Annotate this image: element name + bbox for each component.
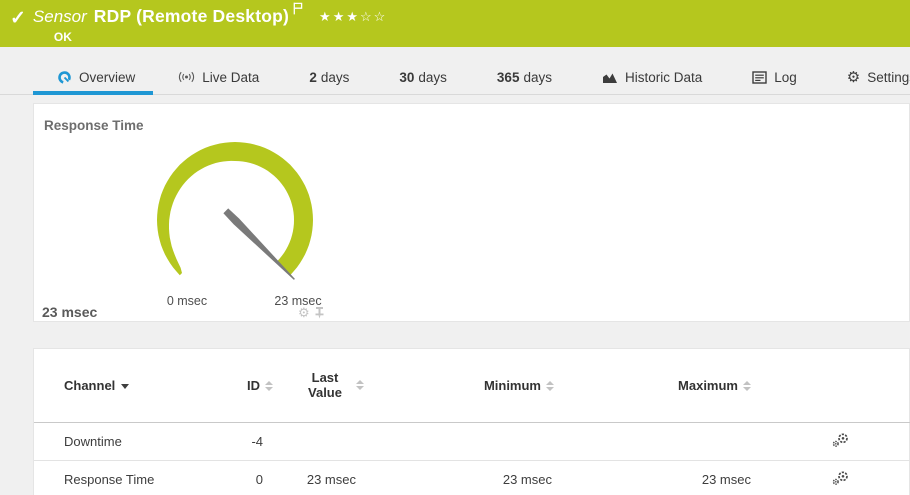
sort-desc-caret-icon xyxy=(121,384,129,389)
gauge-ring xyxy=(157,142,313,275)
column-header-maximum[interactable]: Maximum xyxy=(559,349,759,422)
tab-historic-data[interactable]: Historic Data xyxy=(577,60,727,94)
tab-number: 365 xyxy=(497,70,520,85)
table-row-response-time: Response Time 0 23 msec 23 msec 23 msec xyxy=(34,460,910,495)
sensor-header: ✓ Sensor RDP (Remote Desktop) ★★★☆☆ OK xyxy=(0,0,910,47)
settings-gear-icon: ⚙ xyxy=(847,70,860,85)
tab-30-days[interactable]: 30 days xyxy=(374,60,472,94)
tab-overview[interactable]: Overview xyxy=(33,60,153,94)
channel-maximum: 23 msec xyxy=(559,460,759,495)
stars-empty[interactable]: ☆☆ xyxy=(360,9,387,24)
gauge-needle xyxy=(223,208,295,280)
historic-chart-icon xyxy=(602,70,618,84)
gauge-min-label: 0 msec xyxy=(152,294,222,308)
tab-number: 30 xyxy=(399,70,414,85)
sensor-title: RDP (Remote Desktop) xyxy=(94,6,289,27)
tab-2-days[interactable]: 2 days xyxy=(284,60,374,94)
channels-table: Channel ID Last Value Minimum Maximum xyxy=(34,349,910,495)
response-time-gauge xyxy=(34,104,374,299)
column-header-channel[interactable]: Channel xyxy=(34,349,224,422)
channel-maximum xyxy=(559,422,759,460)
sort-arrows-icon xyxy=(546,381,554,391)
channel-minimum xyxy=(367,422,559,460)
tab-bar: Overview Live Data 2days 30days 365days … xyxy=(0,60,910,95)
sensor-status-badge: OK xyxy=(54,30,387,44)
tab-number: 2 xyxy=(309,70,317,85)
priority-stars[interactable]: ★★★☆☆ xyxy=(319,9,387,25)
flag-icon xyxy=(293,2,303,15)
gauge-settings-gear-icon[interactable]: ⚙ xyxy=(298,306,310,319)
column-header-minimum[interactable]: Minimum xyxy=(367,349,559,422)
sort-arrows-icon xyxy=(743,381,751,391)
log-list-icon xyxy=(752,71,767,84)
tab-label: Overview xyxy=(79,70,135,85)
stars-filled[interactable]: ★★★ xyxy=(319,9,360,24)
channel-name: Response Time xyxy=(34,460,224,495)
channels-panel: Channel ID Last Value Minimum Maximum xyxy=(33,348,910,495)
pin-icon[interactable] xyxy=(314,306,325,319)
gauge-current-value: 23 msec xyxy=(42,304,97,320)
sort-arrows-icon xyxy=(356,380,364,390)
tab-label: Historic Data xyxy=(625,70,702,85)
tab-label: days xyxy=(321,70,350,85)
tab-settings[interactable]: ⚙ Settings xyxy=(822,60,910,94)
response-time-panel: Response Time 0 msec 23 msec 23 msec ⚙ xyxy=(33,103,910,322)
tab-label: Live Data xyxy=(202,70,259,85)
tab-log[interactable]: Log xyxy=(727,60,822,94)
gauge-icon xyxy=(57,70,72,85)
sort-arrows-icon xyxy=(265,381,273,391)
channel-settings-gears-icon[interactable] xyxy=(832,470,849,486)
tab-label: Log xyxy=(774,70,797,85)
channels-table-header-row: Channel ID Last Value Minimum Maximum xyxy=(34,349,910,422)
column-header-last-value[interactable]: Last Value xyxy=(279,349,367,422)
channel-minimum: 23 msec xyxy=(367,460,559,495)
tab-label: Settings xyxy=(867,70,910,85)
channel-settings-gears-icon[interactable] xyxy=(832,432,849,448)
table-row-downtime: Downtime -4 xyxy=(34,422,910,460)
tab-365-days[interactable]: 365days xyxy=(472,60,577,94)
channel-id: 0 xyxy=(224,460,279,495)
tab-label: days xyxy=(523,70,552,85)
gauge-panel-controls: ⚙ xyxy=(298,306,325,319)
channel-name: Downtime xyxy=(34,422,224,460)
live-signal-icon xyxy=(178,70,195,84)
tab-live-data[interactable]: Live Data xyxy=(153,60,284,94)
channel-id: -4 xyxy=(224,422,279,460)
prtg-sensor-page: ✓ Sensor RDP (Remote Desktop) ★★★☆☆ OK O… xyxy=(0,0,910,495)
object-type-label: Sensor xyxy=(33,7,87,27)
status-ok-check-icon: ✓ xyxy=(10,8,26,30)
tab-label: days xyxy=(418,70,447,85)
channel-last-value: 23 msec xyxy=(279,460,367,495)
column-header-id[interactable]: ID xyxy=(224,349,279,422)
channel-last-value xyxy=(279,422,367,460)
